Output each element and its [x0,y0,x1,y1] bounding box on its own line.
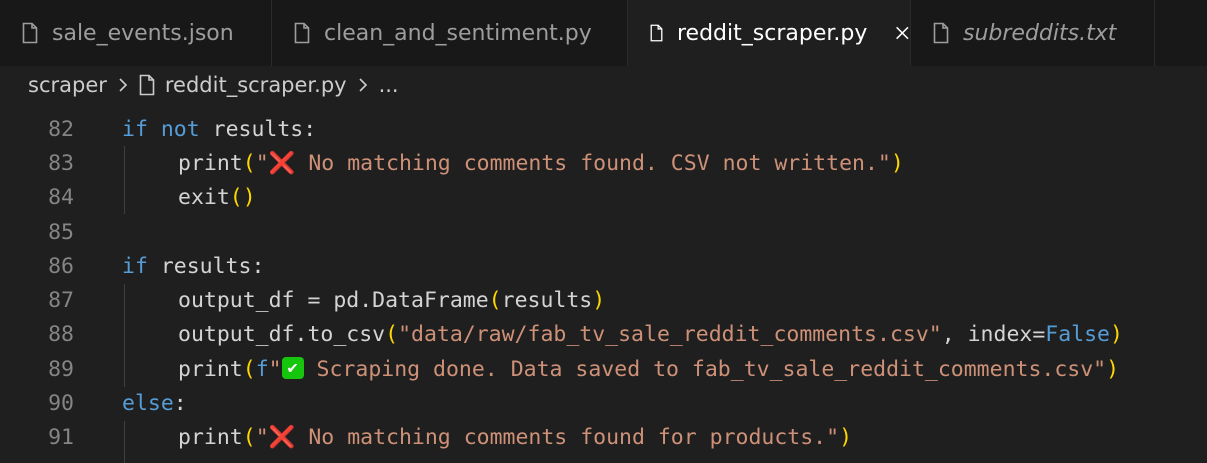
keyword: if [122,253,148,279]
bracket: ) [1106,356,1120,382]
code-text: output_df = pd.DataFrame(results) [178,288,605,313]
code-editor[interactable]: 82 if not results: 83 print("❌ No matchi… [0,104,1207,463]
keyword: not [160,116,200,142]
breadcrumb: scraper reddit_scraper.py ... [0,66,1207,104]
line-number: 82 [48,116,74,142]
tab-clean-and-sentiment-py[interactable]: clean_and_sentiment.py [272,0,628,66]
line-number: 83 [48,150,74,176]
code-line: 91 print("❌ No matching comments found f… [0,421,1207,455]
keyword: if [122,116,148,142]
code-text: print("❌ No matching comments found for … [178,425,852,450]
string-literal: No matching comments found for products.… [295,425,840,451]
breadcrumb-ellipsis[interactable]: ... [379,73,399,97]
code-line: 88 output_df.to_csv("data/raw/fab_tv_sal… [0,318,1207,352]
chevron-right-icon [359,78,367,92]
string-quote: " [255,425,269,451]
file-icon [22,22,38,44]
code-text: print(f" ✔ Scraping done. Data saved to f… [178,356,1120,382]
string-literal: "data/raw/fab_tv_sale_reddit_comments.cs… [398,322,942,348]
code-text: if results: [122,254,264,279]
tab-sale-events-json[interactable]: sale_events.json [0,0,272,66]
code-arg: results [501,288,593,314]
tab-label: clean_and_sentiment.py [324,20,592,46]
breadcrumb-folder[interactable]: scraper [28,73,107,97]
file-icon [933,22,949,44]
check-mark-icon: ✔ [281,356,304,379]
file-icon [650,24,663,42]
line-number: 90 [48,391,74,417]
function-name: exit [178,185,230,211]
code-line: 82 if not results: [0,112,1207,146]
code-text: if not results: [122,117,316,142]
code-rest: : [173,391,187,417]
line-number: 91 [48,425,74,451]
bracket: ) [592,288,606,314]
code-rest: results: [147,253,265,279]
code-mid: , index= [941,322,1046,348]
string-quote: " [255,150,269,176]
tab-label: sale_events.json [52,20,234,46]
string-quote: " [268,356,282,382]
code-line: 86 if results: [0,249,1207,283]
string-literal: Scraping done. Data saved to fab_tv_sale… [303,356,1107,382]
line-number: 87 [48,288,74,314]
code-text: print("❌ No matching comments found. CSV… [178,151,904,176]
bracket: ( [242,425,256,451]
code-line: 89 print(f" ✔ Scraping done. Data saved t… [0,352,1207,386]
code-lhs: output_df = pd.DataFrame [178,288,489,314]
cross-mark-icon: ❌ [268,425,296,451]
keyword: False [1045,322,1111,348]
function-name: print [178,356,243,382]
string-literal: No matching comments found. CSV not writ… [295,150,891,176]
bracket: ( [242,356,256,382]
file-icon [294,22,310,44]
keyword: else [122,391,174,417]
bracket: ) [890,150,904,176]
fstring-prefix: f [255,356,269,382]
file-icon [139,74,155,96]
tab-label: subreddits.txt [963,20,1117,46]
chevron-right-icon [119,78,128,92]
code-line: 85 [0,215,1207,249]
breadcrumb-file[interactable]: reddit_scraper.py [165,73,347,97]
line-number: 86 [48,253,74,279]
cross-mark-icon: ❌ [268,150,296,176]
line-number: 89 [48,356,74,382]
code-rest: results: [199,116,317,142]
code-lhs: output_df.to_csv [178,322,386,348]
editor-tab-bar: sale_events.json clean_and_sentiment.py … [0,0,1207,66]
line-number: 85 [48,219,74,245]
code-text: exit() [178,185,256,210]
bracket: ( [385,322,399,348]
bracket: ( [242,150,256,176]
code-text: output_df.to_csv("data/raw/fab_tv_sale_r… [178,322,1123,347]
tab-reddit-scraper-py[interactable]: reddit_scraper.py [628,0,911,66]
bracket: ) [839,425,853,451]
function-name: print [178,150,243,176]
bracket: () [229,185,256,211]
line-number: 88 [48,322,74,348]
code-text: else: [122,391,187,416]
bracket: ( [488,288,502,314]
tab-subreddits-txt[interactable]: subreddits.txt [911,0,1155,66]
function-name: print [178,425,243,451]
close-icon[interactable] [895,24,910,42]
code-line: 90 else: [0,386,1207,420]
code-line: 83 print("❌ No matching comments found. … [0,146,1207,180]
line-number: 84 [48,185,74,211]
bracket: ) [1110,322,1123,348]
tab-label: reddit_scraper.py [677,20,868,46]
code-line: 87 output_df = pd.DataFrame(results) [0,284,1207,318]
code-line: 84 exit() [0,181,1207,215]
